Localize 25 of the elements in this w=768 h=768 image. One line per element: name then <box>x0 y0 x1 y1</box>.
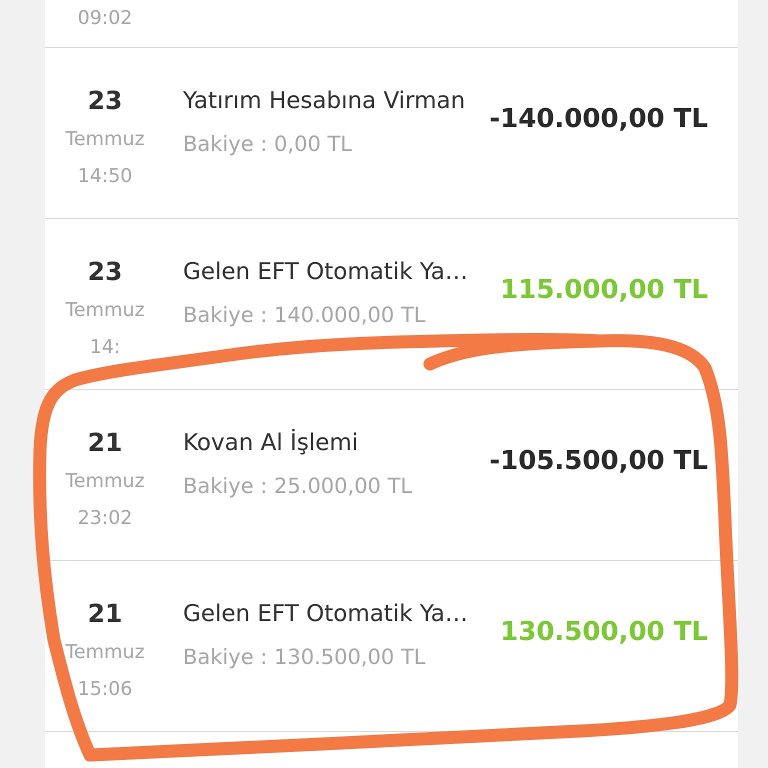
transaction-month: Temmuz <box>65 640 145 665</box>
transaction-day: 23 <box>88 86 122 116</box>
transaction-month: Temmuz <box>65 298 145 323</box>
transaction-day: 21 <box>88 599 122 629</box>
transaction-title: Gelen EFT Otomatik Ya… <box>183 258 469 287</box>
transaction-title: Gelen EFT Otomatik Ya… <box>183 600 469 629</box>
transaction-amount: 115.000,00 TL <box>500 274 709 307</box>
transaction-month: Temmuz <box>65 469 145 494</box>
transaction-day: 21 <box>88 428 122 458</box>
transaction-time: 15:06 <box>78 677 132 702</box>
balance-text: Bakiye : 25.000,00 TL <box>183 474 414 498</box>
transaction-amount: -105.500,00 TL <box>489 445 709 478</box>
transaction-time: 14:50 <box>78 164 132 189</box>
transaction-time: 23:02 <box>78 506 132 531</box>
transaction-month: Temmuz <box>65 127 145 152</box>
balance-text: Bakiye : 0,00 TL <box>183 132 354 156</box>
balance-text: Bakiye : 140.000,00 TL <box>183 303 426 327</box>
balance-text: Bakiye : 130.500,00 TL <box>183 645 426 669</box>
transaction-time: 09:02 <box>78 6 132 31</box>
transaction-title: Kovan Al İşlemi <box>183 428 360 458</box>
transaction-time: 14: <box>90 335 120 360</box>
transaction-day: 23 <box>88 257 122 287</box>
transaction-amount: 130.500,00 TL <box>500 616 709 649</box>
transaction-title: Yatırım Hesabına Virman <box>183 87 466 116</box>
transaction-amount: -140.000,00 TL <box>489 103 709 136</box>
